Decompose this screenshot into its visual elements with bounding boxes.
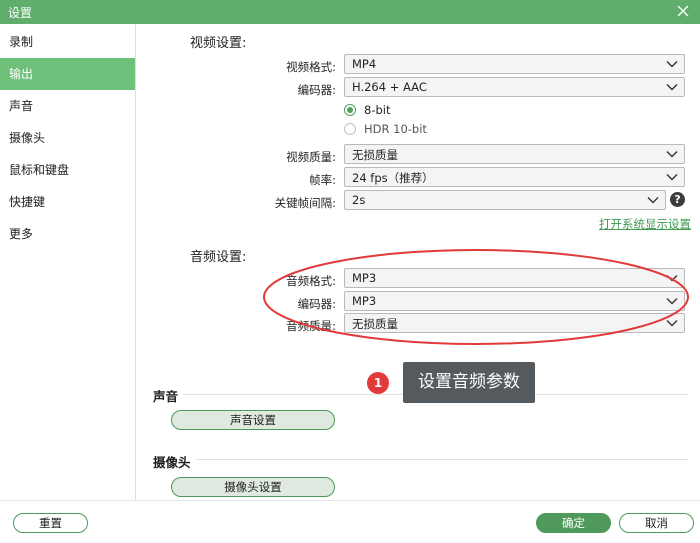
chevron-down-icon — [666, 174, 678, 181]
step-badge: 1 — [367, 372, 389, 394]
help-icon[interactable]: ? — [670, 192, 685, 207]
keyframe-interval-select[interactable]: 2s — [344, 190, 666, 210]
keyframe-interval-value: 2s — [352, 193, 366, 207]
sidebar-item-label: 录制 — [9, 35, 34, 49]
sidebar-item-label: 快捷键 — [9, 195, 46, 209]
sidebar-item-output[interactable]: 输出 — [0, 58, 135, 90]
sidebar-item-mouse-keyboard[interactable]: 鼠标和键盘 — [0, 154, 135, 186]
keyframe-interval-label: 关键帧间隔: — [274, 196, 336, 210]
audio-settings-title: 音频设置: — [190, 250, 247, 265]
audio-encoder-label: 编码器: — [297, 297, 336, 311]
video-quality-value: 无损质量 — [352, 148, 398, 162]
dialog-footer: 重置 确定 取消 — [0, 500, 700, 543]
close-icon[interactable] — [674, 2, 692, 20]
video-quality-select[interactable]: 无损质量 — [344, 144, 685, 164]
fps-value: 24 fps（推荐） — [352, 171, 434, 185]
fps-select[interactable]: 24 fps（推荐） — [344, 167, 685, 187]
reset-button[interactable]: 重置 — [13, 513, 88, 533]
open-display-settings-link[interactable]: 打开系统显示设置 — [599, 216, 691, 232]
chevron-down-icon — [666, 84, 678, 91]
sidebar-item-hotkeys[interactable]: 快捷键 — [0, 186, 135, 218]
sidebar-item-label: 鼠标和键盘 — [9, 163, 70, 177]
sidebar-item-record[interactable]: 录制 — [0, 26, 135, 58]
audio-format-select[interactable]: MP3 — [344, 268, 685, 288]
audio-quality-select[interactable]: 无损质量 — [344, 313, 685, 333]
ok-button[interactable]: 确定 — [536, 513, 611, 533]
radio-hdr10bit-label: HDR 10-bit — [364, 122, 427, 136]
video-settings-title: 视频设置: — [190, 36, 247, 51]
sidebar-item-label: 更多 — [9, 227, 34, 241]
video-quality-label: 视频质量: — [286, 150, 336, 164]
sidebar-item-sound[interactable]: 声音 — [0, 90, 135, 122]
video-encoder-value: H.264 + AAC — [352, 80, 427, 94]
fps-label: 帧率: — [309, 173, 336, 187]
camera-settings-button[interactable]: 摄像头设置 — [171, 477, 335, 497]
video-format-label: 视频格式: — [286, 60, 336, 74]
audio-quality-label: 音频质量: — [286, 319, 336, 333]
audio-encoder-select[interactable]: MP3 — [344, 291, 685, 311]
chevron-down-icon — [666, 320, 678, 327]
video-encoder-select[interactable]: H.264 + AAC — [344, 77, 685, 97]
chevron-down-icon — [666, 275, 678, 282]
title-bar: 设置 — [0, 0, 700, 24]
radio-hdr10bit[interactable] — [344, 123, 356, 135]
camera-group-heading: 摄像头 — [153, 455, 191, 470]
chevron-down-icon — [666, 61, 678, 68]
sidebar-item-camera[interactable]: 摄像头 — [0, 122, 135, 154]
sidebar-item-label: 输出 — [9, 67, 34, 81]
radio-8bit[interactable] — [344, 104, 356, 116]
cancel-button[interactable]: 取消 — [619, 513, 694, 533]
sidebar: 录制 输出 声音 摄像头 鼠标和键盘 快捷键 更多 — [0, 24, 136, 500]
settings-content: 视频设置: 视频格式: MP4 编码器: H.264 + AAC 8-bit H… — [137, 24, 700, 500]
video-format-value: MP4 — [352, 57, 377, 71]
sidebar-item-more[interactable]: 更多 — [0, 218, 135, 250]
sidebar-item-label: 声音 — [9, 99, 34, 113]
chevron-down-icon — [647, 197, 659, 204]
sidebar-item-label: 摄像头 — [9, 131, 46, 145]
video-encoder-label: 编码器: — [297, 83, 336, 97]
audio-quality-value: 无损质量 — [352, 317, 398, 331]
camera-divider — [197, 459, 688, 460]
radio-8bit-label: 8-bit — [364, 103, 391, 117]
sound-group-heading: 声音 — [153, 389, 179, 404]
audio-encoder-value: MP3 — [352, 294, 377, 308]
audio-format-value: MP3 — [352, 271, 377, 285]
sound-settings-button[interactable]: 声音设置 — [171, 410, 335, 430]
video-format-select[interactable]: MP4 — [344, 54, 685, 74]
callout-tooltip: 设置音频参数 — [403, 362, 535, 403]
chevron-down-icon — [666, 298, 678, 305]
chevron-down-icon — [666, 151, 678, 158]
window-title: 设置 — [8, 6, 33, 20]
audio-format-label: 音频格式: — [286, 274, 336, 288]
